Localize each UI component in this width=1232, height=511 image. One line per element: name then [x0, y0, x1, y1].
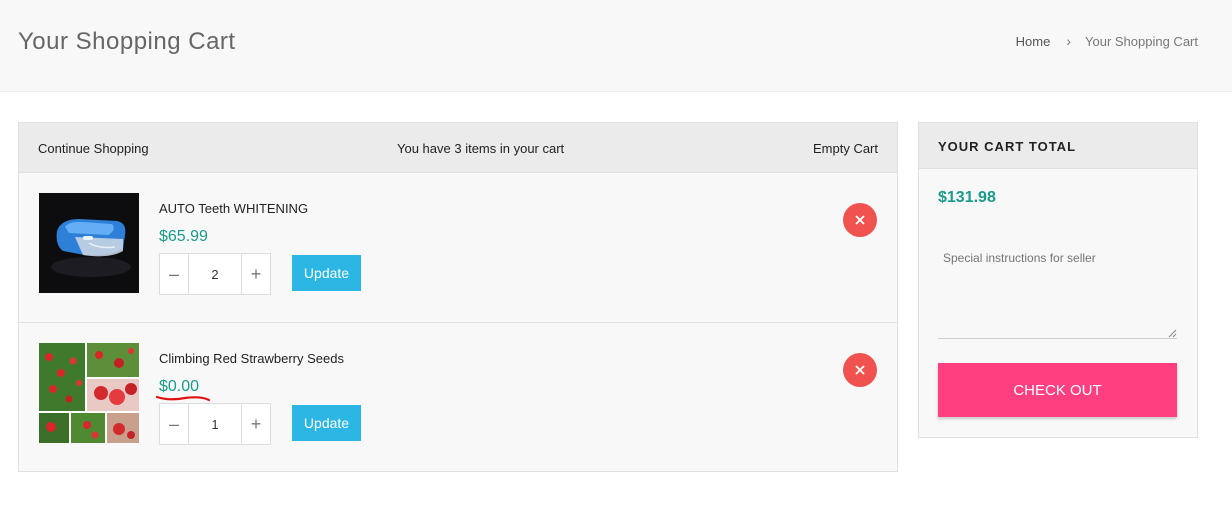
- cart-total-heading: YOUR CART TOTAL: [919, 123, 1197, 169]
- checkout-button[interactable]: CHECK OUT: [938, 363, 1177, 417]
- cart-header: Continue Shopping You have 3 items in yo…: [19, 123, 897, 173]
- continue-shopping-link[interactable]: Continue Shopping: [38, 141, 149, 156]
- close-icon[interactable]: [843, 203, 877, 237]
- product-name[interactable]: Climbing Red Strawberry Seeds: [159, 351, 344, 366]
- cart-panel: Continue Shopping You have 3 items in yo…: [18, 122, 898, 472]
- product-name[interactable]: AUTO Teeth WHITENING: [159, 201, 308, 216]
- update-button[interactable]: Update: [292, 405, 361, 441]
- quantity-input[interactable]: 2: [188, 254, 242, 294]
- cart-item: Climbing Red Strawberry Seeds $0.00 – 1 …: [19, 323, 897, 473]
- quantity-stepper: – 1 +: [159, 403, 271, 445]
- plus-icon[interactable]: +: [242, 254, 270, 294]
- cart-total-amount: $131.98: [938, 189, 996, 206]
- minus-icon[interactable]: –: [160, 254, 188, 294]
- cart-item-count: You have 3 items in your cart: [397, 141, 565, 156]
- plus-icon[interactable]: +: [242, 404, 270, 444]
- resize-grip-icon[interactable]: [1167, 328, 1177, 338]
- breadcrumb-current: Your Shopping Cart: [1085, 33, 1198, 49]
- product-price: $65.99: [159, 228, 208, 245]
- page-title: Your Shopping Cart: [18, 28, 236, 55]
- quantity-input[interactable]: 1: [188, 404, 242, 444]
- breadcrumb-home-link[interactable]: Home: [1016, 34, 1051, 49]
- cart-item: AUTO Teeth WHITENING $65.99 – 2 + Update: [19, 173, 897, 323]
- product-image-teeth-whitening[interactable]: [39, 193, 139, 293]
- minus-icon[interactable]: –: [160, 404, 188, 444]
- chevron-right-icon: ›: [1066, 33, 1071, 49]
- quantity-stepper: – 2 +: [159, 253, 271, 295]
- seller-instructions-textarea[interactable]: [938, 241, 1177, 339]
- update-button[interactable]: Update: [292, 255, 361, 291]
- product-image-strawberry-seeds[interactable]: [39, 343, 139, 443]
- breadcrumb: Home › Your Shopping Cart: [1016, 33, 1198, 49]
- cart-total-panel: YOUR CART TOTAL $131.98 CHECK OUT: [918, 122, 1198, 438]
- empty-cart-link[interactable]: Empty Cart: [813, 141, 878, 156]
- close-icon[interactable]: [843, 353, 877, 387]
- page-header: Your Shopping Cart Home › Your Shopping …: [0, 0, 1232, 92]
